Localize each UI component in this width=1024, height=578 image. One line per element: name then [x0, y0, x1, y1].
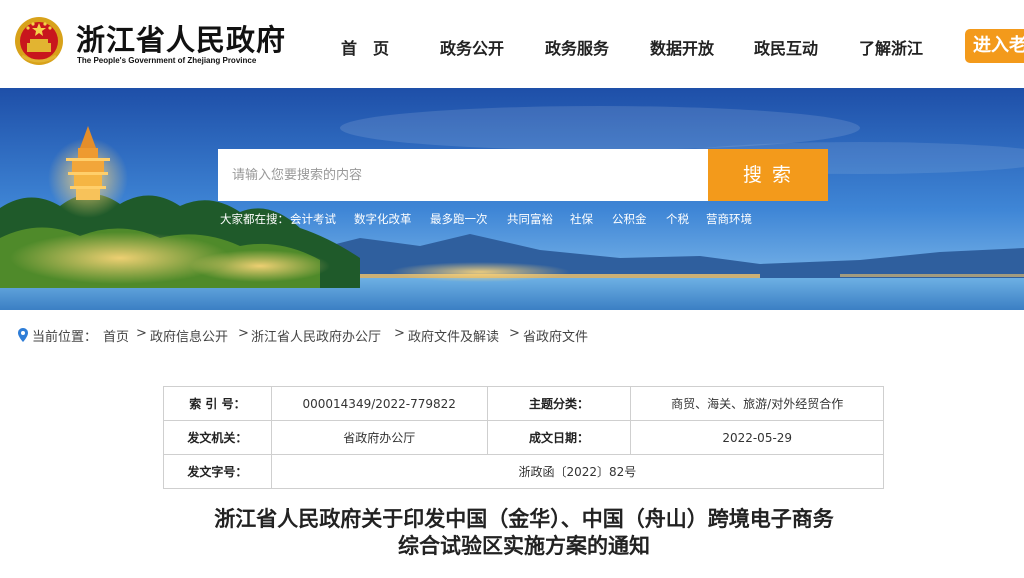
hot-term[interactable]: 社保 — [570, 211, 593, 227]
breadcrumb-item-info-disclosure[interactable]: 政府信息公开 — [150, 326, 228, 345]
breadcrumb-separator: > — [238, 326, 249, 341]
hot-term[interactable]: 营商环境 — [706, 211, 752, 227]
date-label: 成文日期： — [486, 420, 632, 455]
site-title[interactable]: 浙江省人民政府 — [76, 17, 286, 59]
breadcrumb-prefix: 当前位置： — [32, 330, 98, 345]
index-value: 000014349/2022-779822 — [270, 386, 488, 421]
search-button[interactable]: 搜索 — [708, 149, 828, 201]
docno-value: 浙政函〔2022〕82号 — [270, 454, 885, 489]
breadcrumb-item-provincial-documents[interactable]: 省政府文件 — [523, 326, 588, 345]
table-row: 发文字号： 浙政函〔2022〕82号 — [163, 454, 885, 489]
site-subtitle: The People's Government of Zhejiang Prov… — [77, 56, 257, 65]
nav-government-affairs[interactable]: 政务公开 — [440, 35, 504, 59]
search-box — [218, 149, 708, 201]
hot-term[interactable]: 公积金 — [612, 211, 647, 227]
hot-term[interactable]: 共同富裕 — [507, 211, 553, 227]
document-meta-table: 索 引 号： 000014349/2022-779822 主题分类： 商贸、海关… — [163, 386, 885, 489]
breadcrumb-item-documents[interactable]: 政府文件及解读 — [408, 326, 499, 345]
breadcrumb-separator: > — [509, 326, 520, 341]
date-value: 2022-05-29 — [630, 420, 884, 455]
breadcrumb-separator: > — [136, 326, 147, 341]
document-title: 浙江省人民政府关于印发中国（金华）、中国（舟山）跨境电子商务 综合试验区实施方案… — [0, 506, 1024, 560]
hot-term[interactable]: 会计考试 — [290, 211, 336, 227]
hero-banner: 搜索 大家都在搜： 会计考试 数字化改革 最多跑一次 共同富裕 社保 公积金 个… — [0, 88, 1024, 310]
nav-home[interactable]: 首 页 — [341, 35, 389, 59]
hot-searches-label: 大家都在搜： — [220, 212, 289, 226]
search-input[interactable] — [218, 149, 708, 201]
breadcrumb-item-general-office[interactable]: 浙江省人民政府办公厅 — [251, 326, 381, 345]
location-pin-icon — [18, 328, 28, 342]
nav-open-data[interactable]: 数据开放 — [650, 35, 714, 59]
topic-label: 主题分类： — [486, 386, 632, 421]
breadcrumb-separator: > — [394, 326, 405, 341]
nav-interaction[interactable]: 政民互动 — [754, 35, 818, 59]
national-emblem-icon — [15, 17, 63, 65]
table-row: 发文机关： 省政府办公厅 成文日期： 2022-05-29 — [163, 420, 884, 455]
nav-government-services[interactable]: 政务服务 — [545, 35, 609, 59]
topic-value: 商贸、海关、旅游/对外经贸合作 — [630, 386, 884, 421]
document-title-line: 浙江省人民政府关于印发中国（金华）、中国（舟山）跨境电子商务 — [214, 507, 834, 531]
hot-term[interactable]: 个税 — [666, 211, 689, 227]
issuer-value: 省政府办公厅 — [270, 420, 488, 455]
elderly-mode-button[interactable]: 进入老 — [965, 29, 1024, 63]
index-label: 索 引 号： — [163, 386, 272, 421]
nav-about-zhejiang[interactable]: 了解浙江 — [859, 35, 923, 59]
site-header: 浙江省人民政府 The People's Government of Zheji… — [0, 0, 1024, 88]
docno-label: 发文字号： — [163, 454, 272, 489]
hot-term[interactable]: 最多跑一次 — [430, 211, 488, 227]
breadcrumb-item-home[interactable]: 首页 — [103, 326, 129, 345]
document-title-line: 综合试验区实施方案的通知 — [398, 534, 650, 558]
table-row: 索 引 号： 000014349/2022-779822 主题分类： 商贸、海关… — [163, 386, 884, 421]
issuer-label: 发文机关： — [163, 420, 272, 455]
hot-term[interactable]: 数字化改革 — [354, 211, 412, 227]
